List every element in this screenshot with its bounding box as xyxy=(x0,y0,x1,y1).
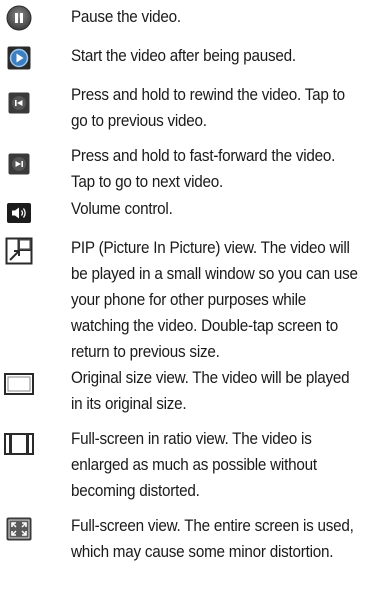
item-description: Original size view. The video will be pl… xyxy=(71,369,350,413)
pip-icon xyxy=(4,236,34,266)
item-description: Full-screen view. The entire screen is u… xyxy=(71,517,354,561)
pause-icon xyxy=(4,3,34,33)
item-description: PIP (Picture In Picture) view. The video… xyxy=(71,239,358,361)
item-description: Full-screen in ratio view. The video is … xyxy=(71,430,317,500)
item-description: Pause the video. xyxy=(71,8,181,26)
original-size-icon xyxy=(4,369,34,399)
rewind-icon xyxy=(4,88,34,118)
item-description: Press and hold to rewind the video. Tap … xyxy=(71,86,345,130)
play-icon xyxy=(4,43,34,73)
fullscreen-icon xyxy=(4,514,34,544)
item-description: Volume control. xyxy=(71,200,173,218)
item-description: Press and hold to fast-forward the video… xyxy=(71,147,336,191)
volume-icon xyxy=(4,198,34,228)
ratio-fullscreen-icon xyxy=(4,429,34,459)
fast-forward-icon xyxy=(4,149,34,179)
item-description: Start the video after being paused. xyxy=(71,47,296,65)
